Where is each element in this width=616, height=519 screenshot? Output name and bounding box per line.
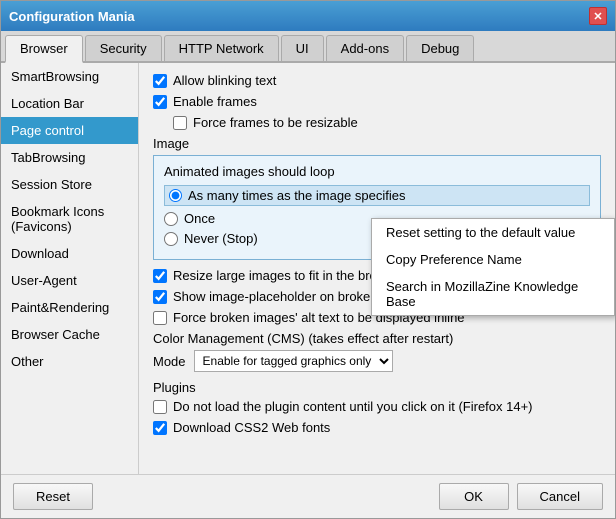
sidebar-item-bookmark-icons[interactable]: Bookmark Icons (Favicons) <box>1 198 138 240</box>
ok-cancel-group: OK Cancel <box>439 483 603 510</box>
window-title: Configuration Mania <box>9 9 135 24</box>
sidebar: SmartBrowsing Location Bar Page control … <box>1 63 139 474</box>
sidebar-item-paint-rendering[interactable]: Paint&Rendering <box>1 294 138 321</box>
radio-once-label: Once <box>184 211 215 226</box>
mode-row: Mode Enable for tagged graphics only Dis… <box>153 350 601 372</box>
reset-button[interactable]: Reset <box>13 483 93 510</box>
color-mgmt-label: Color Management (CMS) (takes effect aft… <box>153 331 601 346</box>
content-area: Allow blinking text Enable frames Force … <box>139 63 615 474</box>
context-menu: Reset setting to the default value Copy … <box>371 218 615 316</box>
sidebar-item-session-store[interactable]: Session Store <box>1 171 138 198</box>
plugins-checkbox-label: Do not load the plugin content until you… <box>173 399 533 414</box>
enable-frames-checkbox[interactable] <box>153 95 167 109</box>
tab-debug[interactable]: Debug <box>406 35 474 61</box>
force-frames-checkbox[interactable] <box>173 116 187 130</box>
force-broken-checkbox[interactable] <box>153 311 167 325</box>
tab-http-network[interactable]: HTTP Network <box>164 35 279 61</box>
tab-security[interactable]: Security <box>85 35 162 61</box>
context-menu-item-search[interactable]: Search in MozillaZine Knowledge Base <box>372 273 614 315</box>
title-bar: Configuration Mania ✕ <box>1 1 615 31</box>
download-css-row: Download CSS2 Web fonts <box>153 420 601 435</box>
mode-label: Mode <box>153 354 186 369</box>
radio-never[interactable] <box>164 232 178 246</box>
allow-blinking-label: Allow blinking text <box>173 73 276 88</box>
plugins-checkbox-row: Do not load the plugin content until you… <box>153 399 601 414</box>
main-window: Configuration Mania ✕ Browser Security H… <box>0 0 616 519</box>
allow-blinking-row: Allow blinking text <box>153 73 601 88</box>
radio-as-many[interactable] <box>169 189 182 202</box>
sidebar-item-user-agent[interactable]: User-Agent <box>1 267 138 294</box>
sidebar-item-smartbrowsing[interactable]: SmartBrowsing <box>1 63 138 90</box>
title-bar-buttons: ✕ <box>589 7 607 25</box>
sidebar-item-other[interactable]: Other <box>1 348 138 375</box>
tab-ui[interactable]: UI <box>281 35 324 61</box>
sidebar-item-download[interactable]: Download <box>1 240 138 267</box>
image-section-label: Image <box>153 136 601 151</box>
plugins-checkbox[interactable] <box>153 400 167 414</box>
sidebar-item-tabbrowsing[interactable]: TabBrowsing <box>1 144 138 171</box>
show-placeholder-checkbox[interactable] <box>153 290 167 304</box>
download-css-label: Download CSS2 Web fonts <box>173 420 330 435</box>
download-css-checkbox[interactable] <box>153 421 167 435</box>
color-mode-select[interactable]: Enable for tagged graphics only Disable … <box>194 350 393 372</box>
tab-bar: Browser Security HTTP Network UI Add-ons… <box>1 31 615 63</box>
context-menu-item-copy[interactable]: Copy Preference Name <box>372 246 614 273</box>
radio-never-label: Never (Stop) <box>184 231 258 246</box>
plugins-label: Plugins <box>153 380 601 395</box>
bottom-bar: Reset OK Cancel <box>1 474 615 518</box>
sidebar-item-browser-cache[interactable]: Browser Cache <box>1 321 138 348</box>
tab-browser[interactable]: Browser <box>5 35 83 63</box>
enable-frames-row: Enable frames <box>153 94 601 109</box>
force-frames-label: Force frames to be resizable <box>193 115 358 130</box>
allow-blinking-checkbox[interactable] <box>153 74 167 88</box>
radio-once[interactable] <box>164 212 178 226</box>
cancel-button[interactable]: Cancel <box>517 483 603 510</box>
animated-label: Animated images should loop <box>164 164 590 179</box>
sidebar-item-page-control[interactable]: Page control <box>1 117 138 144</box>
resize-large-checkbox[interactable] <box>153 269 167 283</box>
radio-as-many-label: As many times as the image specifies <box>188 188 405 203</box>
tab-add-ons[interactable]: Add-ons <box>326 35 404 61</box>
context-menu-item-reset[interactable]: Reset setting to the default value <box>372 219 614 246</box>
sidebar-item-location-bar[interactable]: Location Bar <box>1 90 138 117</box>
force-frames-row: Force frames to be resizable <box>173 115 601 130</box>
enable-frames-label: Enable frames <box>173 94 257 109</box>
ok-button[interactable]: OK <box>439 483 509 510</box>
main-content: SmartBrowsing Location Bar Page control … <box>1 63 615 474</box>
radio-as-many-row: As many times as the image specifies <box>164 185 590 206</box>
close-button[interactable]: ✕ <box>589 7 607 25</box>
